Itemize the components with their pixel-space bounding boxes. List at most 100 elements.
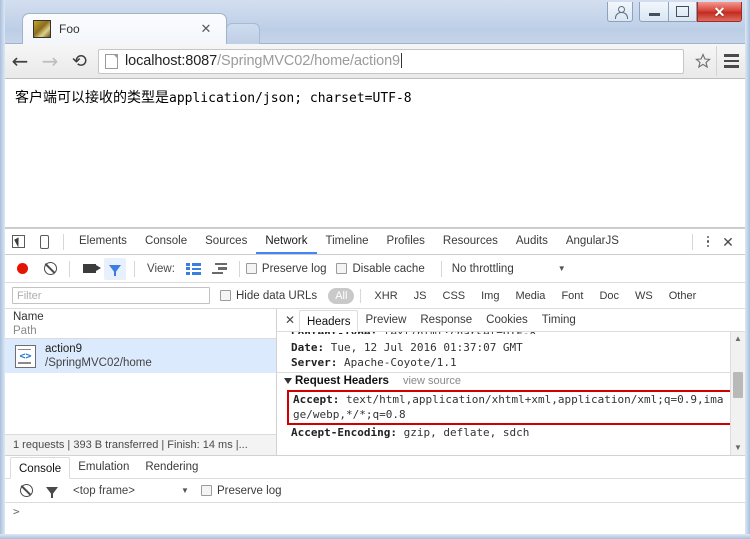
type-filter-font[interactable]: Font [554,288,590,304]
divider-filter [360,288,362,303]
chevron-down-icon[interactable]: ▼ [181,486,189,495]
type-filter-xhr[interactable]: XHR [367,288,404,304]
profile-button[interactable] [607,2,633,22]
view-list-button[interactable] [181,256,207,281]
new-tab-button[interactable] [226,23,260,44]
close-window-button[interactable]: ✕ [697,2,742,22]
preserve-log-checkbox[interactable]: Preserve log [245,263,326,275]
devtools-tab-timeline[interactable]: Timeline [317,229,378,254]
type-filter-css[interactable]: CSS [436,288,473,304]
view-waterfall-button[interactable] [207,256,233,281]
type-filter-js[interactable]: JS [407,288,434,304]
detail-tab-response[interactable]: Response [413,309,479,331]
close-icon: ✕ [713,3,726,20]
device-toolbar-button[interactable] [31,229,57,254]
type-filter-all[interactable]: All [328,287,355,304]
scroll-down-icon[interactable]: ▼ [731,441,745,455]
navigation-toolbar: ← → ⟳ localhost:8087/SpringMVC02/home/ac… [5,44,745,79]
view-source-link[interactable]: view source [403,373,461,389]
chevron-down-icon [284,378,292,384]
minimize-button[interactable] [639,2,668,22]
type-filter-other[interactable]: Other [662,288,704,304]
scrollbar-thumb[interactable] [733,372,743,398]
page-info-icon[interactable] [105,53,118,69]
header-key: Content-Type: [291,332,377,334]
forward-arrow-icon: → [41,49,59,73]
header-date: Date: Tue, 12 Jul 2016 01:37:07 GMT [285,340,745,355]
address-bar[interactable]: localhost:8087/SpringMVC02/home/action9 [98,48,684,74]
console-prompt[interactable]: > ⇕ [5,503,745,534]
devtools-tab-angularjs[interactable]: AngularJS [557,229,628,254]
hide-data-urls-checkbox[interactable]: Hide data URLs [220,290,317,302]
header-content-type: Content-Type: text/html;charset=UTF-8 [285,332,745,334]
star-icon [695,53,711,69]
headers-scrollbar[interactable]: ▲ ▼ [730,332,745,455]
detail-close-icon[interactable]: ✕ [281,313,299,327]
divider-net-1 [69,260,70,277]
console-preserve-log-checkbox[interactable]: Preserve log [200,484,282,497]
back-button[interactable]: ← [5,46,35,76]
detail-tab-cookies[interactable]: Cookies [479,309,535,331]
devtools-tab-elements[interactable]: Elements [70,229,136,254]
devtools-tab-network[interactable]: Network [256,229,317,254]
type-filter-media[interactable]: Media [508,288,552,304]
reload-button[interactable]: ⟳ [65,46,95,76]
inspect-element-button[interactable] [5,229,31,254]
window-bottom-border [0,534,750,539]
filter-input[interactable]: Filter [12,287,210,304]
devtools-tab-console[interactable]: Console [136,229,196,254]
divider-net-2 [134,260,135,277]
detail-tab-timing[interactable]: Timing [535,309,583,331]
devtools-tab-sources[interactable]: Sources [196,229,256,254]
forward-button[interactable]: → [35,46,65,76]
page-body-text: 客户端可以接收的类型是application/json; charset=UTF… [15,87,745,107]
throttling-selector[interactable]: No throttling [452,263,514,275]
filter-toggle-button[interactable] [102,256,128,281]
console-toolbar: <top frame> ▼ Preserve log [5,479,745,503]
detail-tab-preview[interactable]: Preview [358,309,413,331]
console-filter-button[interactable] [39,478,65,503]
drawer-tab-console[interactable]: Console [10,456,71,479]
divider-net-3 [238,260,240,277]
drawer-tab-emulation[interactable]: Emulation [70,456,137,478]
devtools-close-icon[interactable]: ✕ [717,232,739,252]
divider-right [692,233,693,250]
accept-header-highlight: Accept: text/html,application/xhtml+xml,… [287,390,739,425]
devtools-tab-audits[interactable]: Audits [507,229,557,254]
devtools-more-options-icon[interactable] [699,232,717,252]
minimize-icon [648,13,660,16]
bookmark-button[interactable] [690,48,716,74]
browser-tab[interactable]: Foo ✕ [22,13,227,44]
chrome-menu-button[interactable] [716,46,745,76]
request-headers-title: Request Headers [295,375,389,387]
tab-close-icon[interactable]: ✕ [200,22,212,35]
clear-console-button[interactable] [13,478,39,503]
console-preserve-log-label: Preserve log [216,484,282,497]
request-headers-section[interactable]: Request Headers view source [277,372,745,389]
chevron-down-icon[interactable]: ▼ [558,264,566,273]
header-value: gzip, deflate, sdch [396,426,530,439]
detail-tab-headers[interactable]: Headers [299,309,359,332]
capture-screenshots-button[interactable] [76,256,102,281]
request-detail-pane: ✕ Headers Preview Response Cookies Timin… [277,309,745,455]
type-filter-doc[interactable]: Doc [592,288,626,304]
record-button-icon[interactable] [17,263,28,274]
request-list-header[interactable]: Name Path [5,309,276,339]
network-summary-status: 1 requests | 393 B transferred | Finish:… [5,434,276,455]
header-value: text/html;charset=UTF-8 [377,332,536,334]
maximize-button[interactable] [668,2,697,22]
url-text: localhost:8087/SpringMVC02/home/action9 [125,53,403,69]
headers-content: Content-Type: text/html;charset=UTF-8 Da… [277,332,745,455]
devtools-tab-profiles[interactable]: Profiles [378,229,434,254]
type-filter-img[interactable]: Img [474,288,506,304]
disable-cache-checkbox[interactable]: Disable cache [336,263,425,275]
table-row[interactable]: <> action9 /SpringMVC02/home [5,339,276,373]
scroll-up-icon[interactable]: ▲ [731,332,745,346]
frame-selector[interactable]: <top frame> [73,485,135,497]
request-name: action9 [45,343,83,355]
header-key: Accept-Encoding: [291,426,397,439]
clear-network-button[interactable] [37,256,63,281]
type-filter-ws[interactable]: WS [628,288,660,304]
devtools-tab-resources[interactable]: Resources [434,229,507,254]
drawer-tab-rendering[interactable]: Rendering [137,456,206,478]
